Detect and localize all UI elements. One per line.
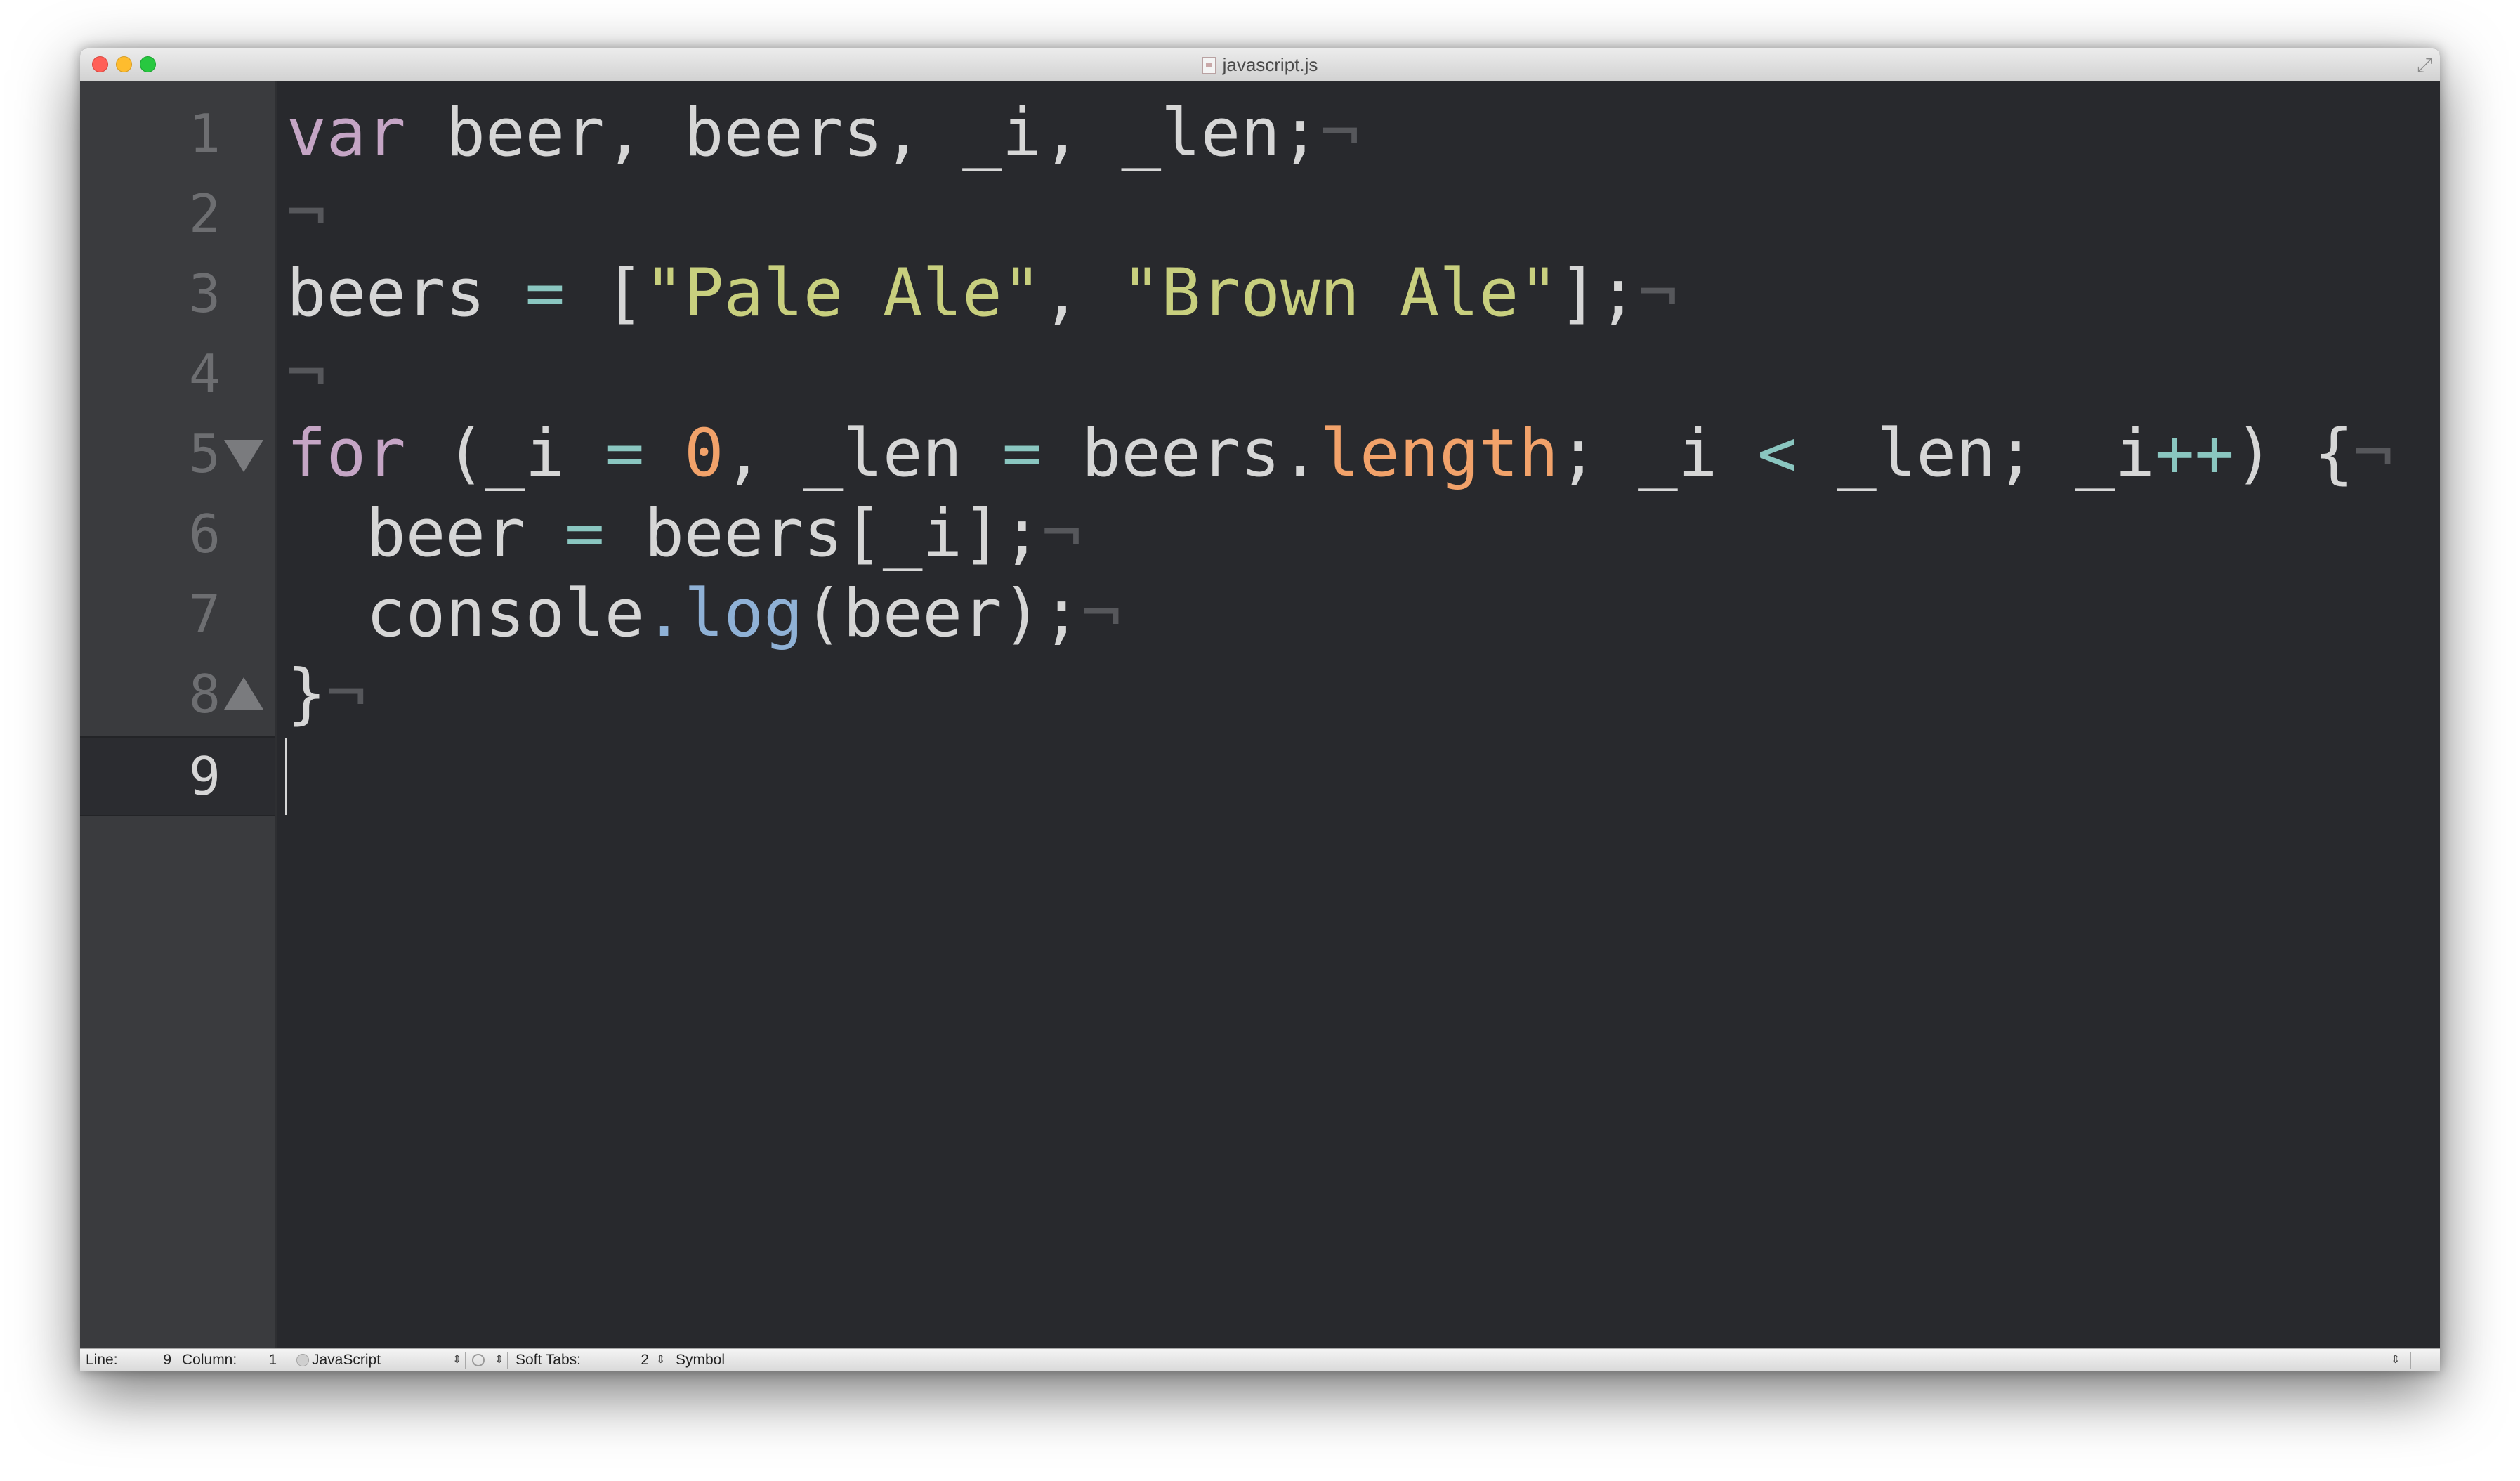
soft-tabs-value[interactable]: 2 (635, 1349, 649, 1371)
language-icon (296, 1354, 309, 1366)
code-token: [ (565, 255, 645, 332)
title-bar[interactable]: javascript.js ⤢ (80, 48, 2440, 81)
code-line[interactable]: beer = beers[_i];¬ (287, 494, 1082, 574)
code-line[interactable]: console.log(beer);¬ (287, 574, 1121, 654)
line-number: 5 (188, 423, 221, 485)
invisible-newline-marker: ¬ (326, 655, 367, 732)
invisible-newline-marker: ¬ (287, 175, 327, 252)
fold-triangle-down-icon[interactable] (224, 440, 263, 475)
code-token: } (287, 655, 327, 732)
code-line[interactable]: ¬ (287, 334, 327, 414)
status-bar: Line: 9 Column: 1 JavaScript ⇕ ⇕ Soft Ta… (80, 1348, 2440, 1371)
window-title: javascript.js (80, 48, 2440, 81)
text-caret (285, 738, 287, 815)
code-token: , _len (723, 415, 1002, 492)
code-line[interactable]: }¬ (287, 654, 366, 734)
code-token: for (287, 415, 406, 492)
line-number: 1 (188, 103, 221, 164)
code-token: ; _i (1558, 415, 1757, 492)
symbol-popup-arrows-icon[interactable]: ⇕ (2391, 1349, 2400, 1371)
code-token: < (1757, 415, 1797, 492)
gear-icon (472, 1354, 485, 1366)
file-icon (1202, 57, 1216, 74)
line-number: 8 (188, 663, 221, 725)
line-number-current: 9 (188, 745, 221, 807)
line-number: 4 (188, 343, 221, 405)
invisible-newline-marker: ¬ (2353, 415, 2394, 492)
language-popup-arrows-icon[interactable]: ⇕ (452, 1349, 461, 1371)
code-token: = (525, 255, 565, 332)
code-line[interactable]: for (_i = 0, _len = beers.length; _i < _… (287, 414, 2393, 494)
invisible-newline-marker: ¬ (1081, 575, 1122, 652)
line-number-gutter: 1 2 3 4 5 6 7 8 9 (80, 81, 277, 1349)
settings-popup[interactable] (472, 1349, 485, 1371)
line-label: Line: (86, 1352, 118, 1368)
code-line[interactable]: ¬ (287, 174, 327, 254)
window-title-text: javascript.js (1222, 54, 1318, 75)
code-line[interactable]: beers = ["Pale Ale", "Brown Ale"];¬ (287, 254, 1678, 334)
code-token: _len; _i (1797, 415, 2155, 492)
code-token: beer, beers, _i, _len; (405, 95, 1320, 171)
code-token: = (604, 415, 645, 492)
line-value: 9 (163, 1352, 171, 1368)
invisible-newline-marker: ¬ (1320, 95, 1360, 171)
code-token: = (565, 495, 605, 572)
code-token: beer (287, 495, 565, 572)
code-token: beers (287, 255, 525, 332)
code-token: . (644, 575, 684, 652)
divider (465, 1352, 466, 1369)
code-token: "Brown Ale" (1121, 255, 1558, 332)
code-token: ]; (1558, 255, 1639, 332)
code-token: log (683, 575, 803, 652)
settings-popup-arrows-icon[interactable]: ⇕ (494, 1349, 504, 1371)
invisible-newline-marker: ¬ (1638, 255, 1678, 332)
soft-tabs-arrows-icon[interactable]: ⇕ (656, 1349, 665, 1371)
code-token: length (1320, 415, 1558, 492)
code-token: beers. (1042, 415, 1320, 492)
line-number: 6 (188, 503, 221, 565)
code-token: console (287, 575, 645, 652)
code-token: beers[_i]; (604, 495, 1042, 572)
invisible-newline-marker: ¬ (1042, 495, 1082, 572)
line-number: 7 (188, 583, 221, 645)
code-token: , (1042, 255, 1122, 332)
code-token: var (287, 95, 406, 171)
code-token: ++ (2154, 415, 2235, 492)
code-token: 0 (683, 415, 724, 492)
code-token: (beer); (803, 575, 1082, 652)
fullscreen-icon[interactable]: ⤢ (2415, 56, 2434, 75)
symbol-popup[interactable]: Symbol (676, 1349, 725, 1371)
language-value: JavaScript (312, 1352, 381, 1368)
code-token: "Pale Ale" (644, 255, 1042, 332)
code-text-area[interactable]: var beer, beers, _i, _len;¬ ¬ beers = ["Pa… (287, 81, 2440, 1349)
invisible-newline-marker: ¬ (287, 335, 327, 412)
divider (2410, 1352, 2411, 1369)
soft-tabs-label[interactable]: Soft Tabs: (516, 1349, 581, 1371)
code-token: ) { (2234, 415, 2354, 492)
code-token: (_i (405, 415, 605, 492)
editor-window: javascript.js ⤢ 1 2 3 4 5 6 7 8 9 var be… (80, 48, 2440, 1371)
column-value: 1 (268, 1352, 277, 1368)
fold-triangle-up-icon[interactable] (224, 677, 263, 712)
line-number: 3 (188, 263, 221, 325)
column-label: Column: (182, 1352, 237, 1368)
code-line[interactable]: var beer, beers, _i, _len;¬ (287, 93, 1360, 174)
code-token: = (1002, 415, 1042, 492)
line-number: 2 (188, 183, 221, 244)
divider (507, 1352, 508, 1369)
editor-area: 1 2 3 4 5 6 7 8 9 var beer, beers, _i, _… (80, 81, 2440, 1349)
language-popup[interactable]: JavaScript (296, 1349, 381, 1371)
